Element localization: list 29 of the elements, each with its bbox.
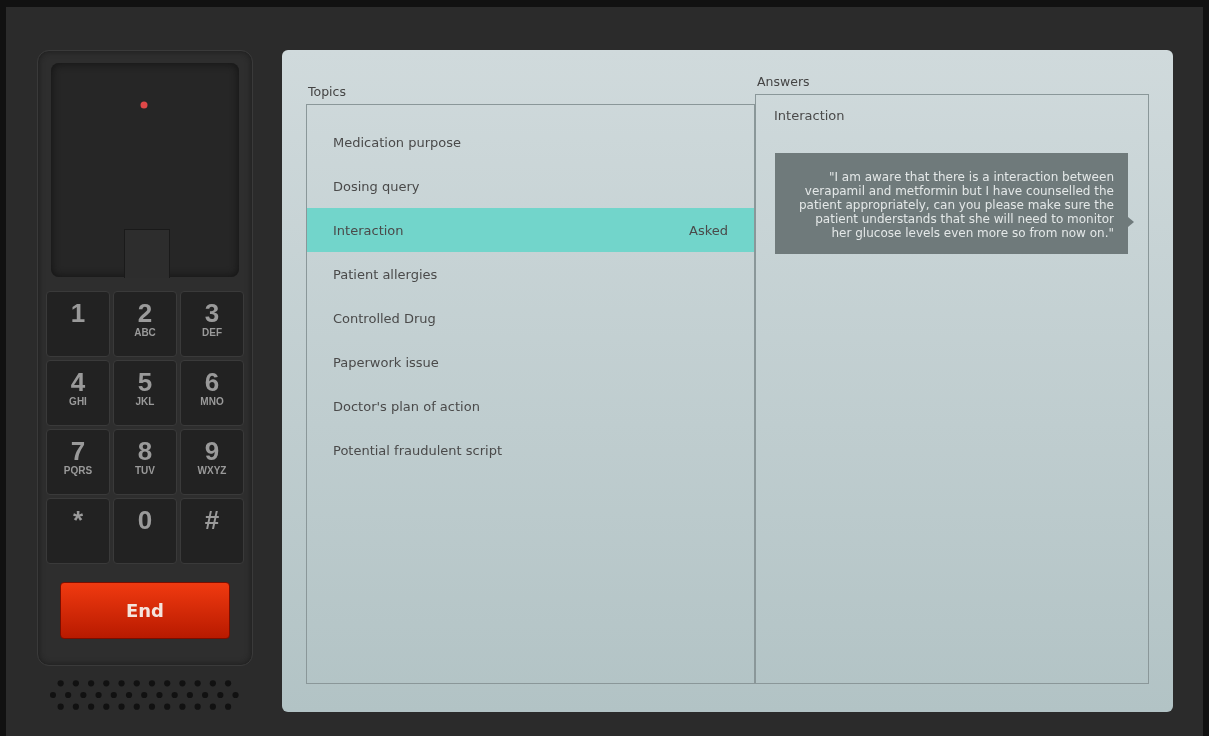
topic-item[interactable]: Potential fraudulent script [307, 428, 754, 472]
end-call-button[interactable]: End [60, 582, 230, 639]
topic-item[interactable]: Patient allergies [307, 252, 754, 296]
speaker-grille-icon [50, 678, 240, 712]
topic-item[interactable]: Controlled Drug [307, 296, 754, 340]
topic-item[interactable]: Interaction Asked [307, 208, 754, 252]
dial-key[interactable]: 7 PQRS [46, 429, 110, 495]
topic-item[interactable]: Dosing query [307, 164, 754, 208]
dial-key[interactable]: 5 JKL [113, 360, 177, 426]
dial-key[interactable]: 9 WXYZ [180, 429, 244, 495]
speech-bubble: "I am aware that there is a interaction between verapamil and metformin but I have counselled the patient appropriately, can you please make sure the patient understands that she will need to monitor her glucose levels even more so from now on." [775, 153, 1128, 254]
topic-item[interactable]: Doctor's plan of action [307, 384, 754, 428]
dial-key[interactable]: 8 TUV [113, 429, 177, 495]
status-label: Asked [689, 222, 728, 238]
topic-item[interactable]: Medication purpose [307, 120, 754, 164]
dial-key[interactable]: 0 [113, 498, 177, 564]
dial-key[interactable]: 4 GHI [46, 360, 110, 426]
answer-heading: Interaction [774, 108, 846, 123]
dial-key[interactable]: 6 MNO [180, 360, 244, 426]
topic-item[interactable]: Paperwork issue [307, 340, 754, 384]
dial-key[interactable]: 1 [46, 291, 110, 357]
answers-title: Answers [756, 74, 811, 90]
bubble-pointer-icon [1128, 217, 1134, 227]
dial-key[interactable]: 3 DEF [180, 291, 244, 357]
dial-key[interactable]: # [180, 498, 244, 564]
dial-key[interactable]: * [46, 498, 110, 564]
indicator-light-icon [140, 101, 148, 109]
dial-key[interactable]: 2 ABC [113, 291, 177, 357]
topics-title: Topics [307, 84, 347, 100]
